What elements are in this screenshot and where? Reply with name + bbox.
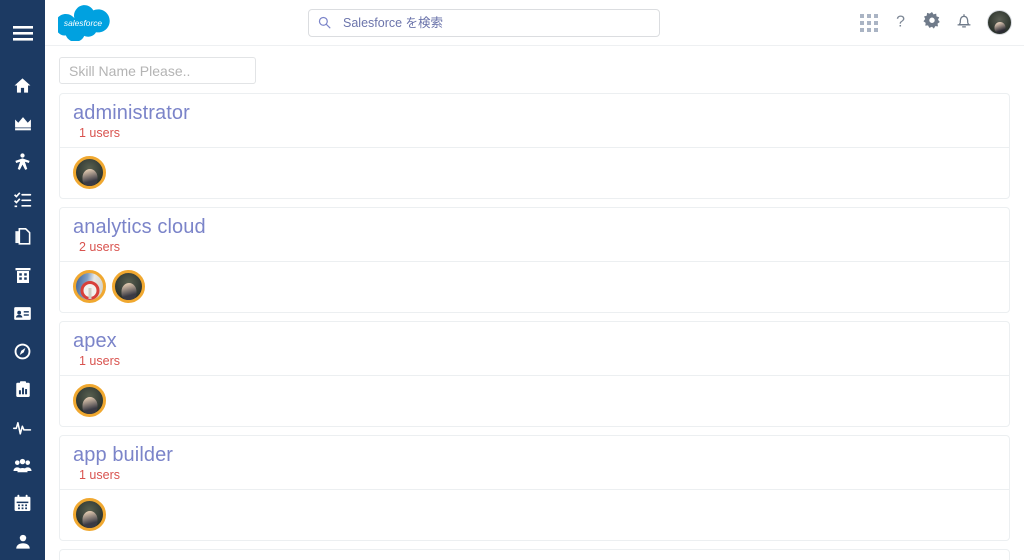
avatar[interactable] bbox=[73, 498, 106, 531]
avatar[interactable] bbox=[73, 384, 106, 417]
pulse-icon bbox=[12, 418, 33, 437]
skill-card-title: app builder bbox=[73, 444, 174, 466]
setup-gear-button[interactable] bbox=[923, 12, 941, 33]
sidebar-item-files[interactable] bbox=[0, 218, 45, 256]
sidebar-item-profile[interactable] bbox=[0, 522, 45, 560]
header-actions: ? bbox=[860, 10, 1012, 35]
sidebar-item-leaderboard[interactable] bbox=[0, 104, 45, 142]
sidebar-item-activity[interactable] bbox=[0, 408, 45, 446]
content-area: administrator 1 users analytics cloud 2 use… bbox=[45, 46, 1024, 560]
home-icon bbox=[13, 76, 32, 95]
sidebar-item-calendar[interactable] bbox=[0, 484, 45, 522]
skill-card-header: app builder 1 users bbox=[60, 436, 1009, 489]
skill-card-user-count: 1 users bbox=[79, 126, 120, 140]
skill-card[interactable]: apex 1 users bbox=[59, 321, 1010, 427]
skill-card-user-count: 1 users bbox=[79, 468, 120, 482]
skill-card-user-count: 2 users bbox=[79, 240, 120, 254]
sidebar-item-dashboard[interactable] bbox=[0, 332, 45, 370]
skill-card-title: apex bbox=[73, 330, 117, 352]
gauge-icon bbox=[13, 342, 32, 361]
skill-card-header: batch bbox=[60, 550, 1009, 560]
salesforce-logo-text: salesforce bbox=[64, 18, 103, 28]
skill-card[interactable]: batch bbox=[59, 549, 1010, 560]
skill-card-avatars bbox=[60, 375, 1009, 426]
id-card-icon bbox=[13, 304, 32, 323]
app-launcher-icon bbox=[860, 13, 878, 32]
global-search[interactable] bbox=[308, 8, 660, 37]
skill-card-user-count: 1 users bbox=[79, 354, 120, 368]
hamburger-menu-button[interactable] bbox=[0, 14, 45, 52]
main-region: salesforce Salesforce を検索 ? Skill Name P… bbox=[45, 0, 1024, 560]
person-star-icon bbox=[13, 152, 32, 171]
bell-icon bbox=[956, 12, 972, 33]
sidebar-item-teams[interactable] bbox=[0, 446, 45, 484]
avatar[interactable] bbox=[73, 270, 106, 303]
skill-name-input[interactable] bbox=[59, 57, 256, 84]
checklist-icon bbox=[13, 190, 32, 209]
sidebar-item-tasks[interactable] bbox=[0, 180, 45, 218]
user-avatar[interactable] bbox=[987, 10, 1012, 35]
left-nav-rail bbox=[0, 0, 45, 560]
clipboard-chart-icon bbox=[14, 380, 32, 399]
salesforce-logo[interactable]: salesforce bbox=[45, 4, 123, 41]
people-group-icon bbox=[12, 456, 33, 475]
search-input[interactable] bbox=[343, 15, 650, 30]
skill-card-header: analytics cloud 2 users bbox=[60, 208, 1009, 261]
sidebar-item-reports[interactable] bbox=[0, 370, 45, 408]
calendar-icon bbox=[13, 494, 32, 513]
skill-card[interactable]: app builder 1 users bbox=[59, 435, 1010, 541]
skill-card-avatars bbox=[60, 489, 1009, 540]
notifications-button[interactable] bbox=[956, 12, 972, 33]
avatar[interactable] bbox=[73, 156, 106, 189]
sidebar-item-accounts[interactable] bbox=[0, 256, 45, 294]
sidebar-item-skills[interactable] bbox=[0, 142, 45, 180]
skill-card[interactable]: administrator 1 users bbox=[59, 93, 1010, 199]
search-icon bbox=[318, 16, 331, 29]
crown-icon bbox=[13, 114, 33, 133]
skill-card-avatars bbox=[60, 261, 1009, 312]
skill-card-list: administrator 1 users analytics cloud 2 use… bbox=[45, 93, 1024, 560]
salesforce-cloud-logo: salesforce bbox=[58, 4, 110, 41]
app-launcher-button[interactable] bbox=[860, 13, 878, 32]
global-header: salesforce Salesforce を検索 ? bbox=[45, 0, 1024, 46]
app-root: salesforce Salesforce を検索 ? Skill Name P… bbox=[0, 0, 1024, 560]
building-icon bbox=[14, 266, 32, 285]
help-icon: ? bbox=[893, 12, 908, 34]
skill-card[interactable]: analytics cloud 2 users bbox=[59, 207, 1010, 313]
skill-card-header: apex 1 users bbox=[60, 322, 1009, 375]
documents-icon bbox=[13, 227, 32, 247]
skill-card-title: administrator bbox=[73, 102, 190, 124]
person-icon bbox=[14, 532, 32, 551]
svg-text:?: ? bbox=[896, 13, 905, 30]
help-button[interactable]: ? bbox=[893, 12, 908, 34]
gear-icon bbox=[923, 12, 941, 33]
sidebar-item-home[interactable] bbox=[0, 66, 45, 104]
avatar[interactable] bbox=[112, 270, 145, 303]
skill-card-avatars bbox=[60, 147, 1009, 198]
skill-filter-row bbox=[45, 46, 1024, 93]
skill-card-header: administrator 1 users bbox=[60, 94, 1009, 147]
skill-card-title: analytics cloud bbox=[73, 216, 206, 238]
sidebar-item-contacts[interactable] bbox=[0, 294, 45, 332]
hamburger-menu-icon bbox=[12, 25, 33, 41]
